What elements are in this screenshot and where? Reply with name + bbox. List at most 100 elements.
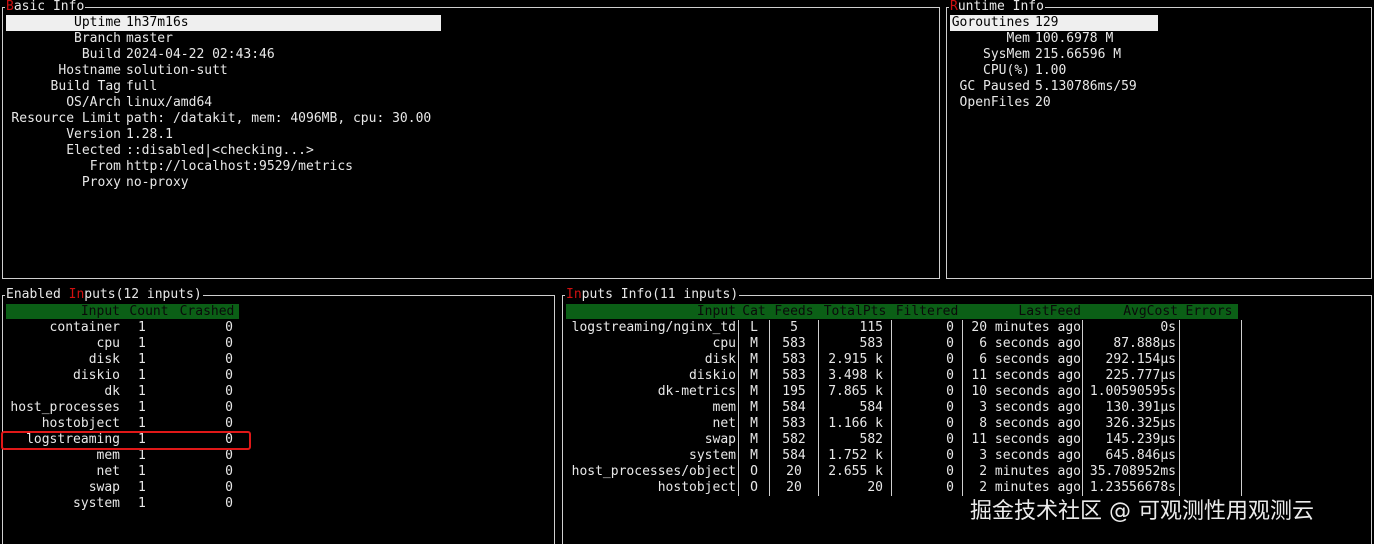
runtime-info-row: CPU(%) 1.00	[950, 63, 1066, 79]
column-separator	[962, 320, 963, 496]
table-row[interactable]: logstreaming/nginx_td L 5 115 0 20 minutes ag…	[566, 320, 1238, 336]
info-avgcost: 35.708952ms	[1089, 464, 1176, 479]
col-totalpts: TotalPts	[823, 304, 887, 319]
info-cat: M	[750, 432, 758, 447]
basic-info-row: Version 1.28.1	[6, 127, 173, 143]
info-filtered: 0	[946, 320, 954, 335]
basic-info-row: From http://localhost:9529/metrics	[6, 159, 353, 175]
table-row[interactable]: container 1 0	[6, 320, 239, 336]
basic-info-panel: Basic Info Uptime 1h37m16s Branch master Bui…	[2, 0, 940, 279]
info-totalpts: 7.865 k	[828, 384, 883, 399]
info-lastfeed: 3 seconds ago	[979, 400, 1081, 415]
table-row[interactable]: system 1 0	[6, 496, 239, 512]
info-input: system	[689, 448, 736, 463]
info-totalpts: 2.915 k	[828, 352, 883, 367]
table-row[interactable]: mem 1 0	[6, 448, 239, 464]
info-avgcost: 326.325µs	[1105, 416, 1176, 431]
table-row[interactable]: hostobject 1 0	[6, 416, 239, 432]
basic-info-value: solution-sutt	[126, 63, 228, 78]
basic-info-row: Branch master	[6, 31, 173, 47]
info-filtered: 0	[946, 384, 954, 399]
info-lastfeed: 11 seconds ago	[971, 368, 1081, 383]
basic-info-row: OS/Arch linux/amd64	[6, 95, 212, 111]
info-totalpts: 582	[859, 432, 883, 447]
table-row[interactable]: dk 1 0	[6, 384, 239, 400]
input-crashed: 0	[225, 464, 233, 479]
runtime-info-value: 129	[1030, 15, 1158, 31]
info-input: diskio	[689, 368, 736, 383]
runtime-info-label: OpenFiles	[959, 95, 1030, 110]
info-feeds: 195	[782, 384, 806, 399]
info-totalpts: 584	[859, 400, 883, 415]
input-crashed: 0	[225, 368, 233, 383]
input-crashed: 0	[225, 400, 233, 415]
info-input: net	[712, 416, 736, 431]
inputs-info-title: Inputs Info(11 inputs)	[565, 287, 740, 303]
table-row[interactable]: hostobject O 20 20 0 2 minutes ago 1.23556678s	[566, 480, 1238, 496]
info-cat: M	[750, 352, 758, 367]
basic-info-value: linux/amd64	[126, 95, 213, 110]
basic-info-label: Uptime	[6, 15, 121, 31]
table-row[interactable]: cpu M 583 583 0 6 seconds ago 87.888µs	[566, 336, 1238, 352]
runtime-info-panel: Runtime Info Goroutines 129 Mem 100.6978 MS…	[946, 0, 1372, 279]
info-avgcost: 645.846µs	[1105, 448, 1176, 463]
table-row[interactable]: host_processes/object O 20 2.655 k 0 2 minute…	[566, 464, 1238, 480]
basic-info-label: Build	[81, 47, 121, 62]
runtime-info-row: SysMem 215.66596 M	[950, 47, 1121, 63]
enabled-inputs-panel: Enabled Inputs(12 inputs) Input Count Cr…	[2, 287, 555, 544]
col-input: Input	[80, 304, 120, 319]
info-cat: M	[750, 336, 758, 351]
info-input: cpu	[712, 336, 736, 351]
table-row[interactable]: net M 583 1.166 k 0 8 seconds ago 326.325µs	[566, 416, 1238, 432]
col-lastfeed: LastFeed	[1018, 304, 1081, 319]
runtime-info-row: GC Paused 5.130786ms/59	[950, 79, 1137, 95]
input-crashed: 0	[225, 352, 233, 367]
info-avgcost: 1.00590595s	[1089, 384, 1176, 399]
table-row[interactable]: disk 1 0	[6, 352, 239, 368]
info-totalpts: 583	[859, 336, 883, 351]
input-name: net	[96, 464, 120, 479]
table-row[interactable]: diskio 1 0	[6, 368, 239, 384]
info-feeds: 583	[782, 336, 806, 351]
info-filtered: 0	[946, 336, 954, 351]
column-separator	[1082, 320, 1083, 496]
input-name: cpu	[96, 336, 120, 351]
col-count: Count	[129, 304, 169, 319]
table-row[interactable]: disk M 583 2.915 k 0 6 seconds ago 292.154µs	[566, 352, 1238, 368]
watermark: 掘金技术社区 @ 可观测性用观测云	[970, 499, 1314, 524]
input-crashed: 0	[225, 448, 233, 463]
info-cat: M	[750, 384, 758, 399]
basic-info-row: Elected::disabled|<checking...>	[6, 143, 314, 159]
table-row[interactable]: system M 584 1.752 k 0 3 seconds ago 645.846µs	[566, 448, 1238, 464]
info-lastfeed: 20 minutes ago	[971, 320, 1081, 335]
table-row[interactable]: mem M 584 584 0 3 seconds ago 130.391µs	[566, 400, 1238, 416]
col-feeds: Feeds	[774, 304, 814, 319]
info-filtered: 0	[946, 448, 954, 463]
info-feeds: 583	[782, 352, 806, 367]
info-filtered: 0	[946, 480, 954, 495]
info-input: disk	[704, 352, 736, 367]
info-lastfeed: 3 seconds ago	[979, 448, 1081, 463]
info-lastfeed: 10 seconds ago	[971, 384, 1081, 399]
enabled-inputs-title: Enabled Inputs(12 inputs)	[5, 287, 203, 303]
basic-info-row: Proxy no-proxy	[6, 175, 189, 191]
basic-info-label: Version	[66, 127, 121, 142]
info-avgcost: 145.239µs	[1105, 432, 1176, 447]
info-filtered: 0	[946, 352, 954, 367]
input-crashed: 0	[225, 416, 233, 431]
basic-info-row: Hostname solution-sutt	[6, 63, 228, 79]
info-input: host_processes/object	[571, 464, 736, 479]
input-name: container	[49, 320, 120, 335]
table-row[interactable]: dk-metrics M 195 7.865 k 0 10 seconds ago 1.00…	[566, 384, 1238, 400]
basic-info-label: From	[89, 159, 121, 174]
table-row[interactable]: swap M 582 582 0 11 seconds ago 145.239µs	[566, 432, 1238, 448]
table-row[interactable]: swap 1 0	[6, 480, 239, 496]
info-input: dk-metrics	[657, 384, 736, 399]
info-input: hostobject	[657, 480, 736, 495]
table-row[interactable]: net 1 0	[6, 464, 239, 480]
table-row[interactable]: cpu 1 0	[6, 336, 239, 352]
info-lastfeed: 8 seconds ago	[979, 416, 1081, 431]
table-row[interactable]: host_processes 1 0	[6, 400, 239, 416]
table-row[interactable]: diskio M 583 3.498 k 0 11 seconds ago 225.777µ…	[566, 368, 1238, 384]
info-avgcost: 1.23556678s	[1089, 480, 1176, 495]
